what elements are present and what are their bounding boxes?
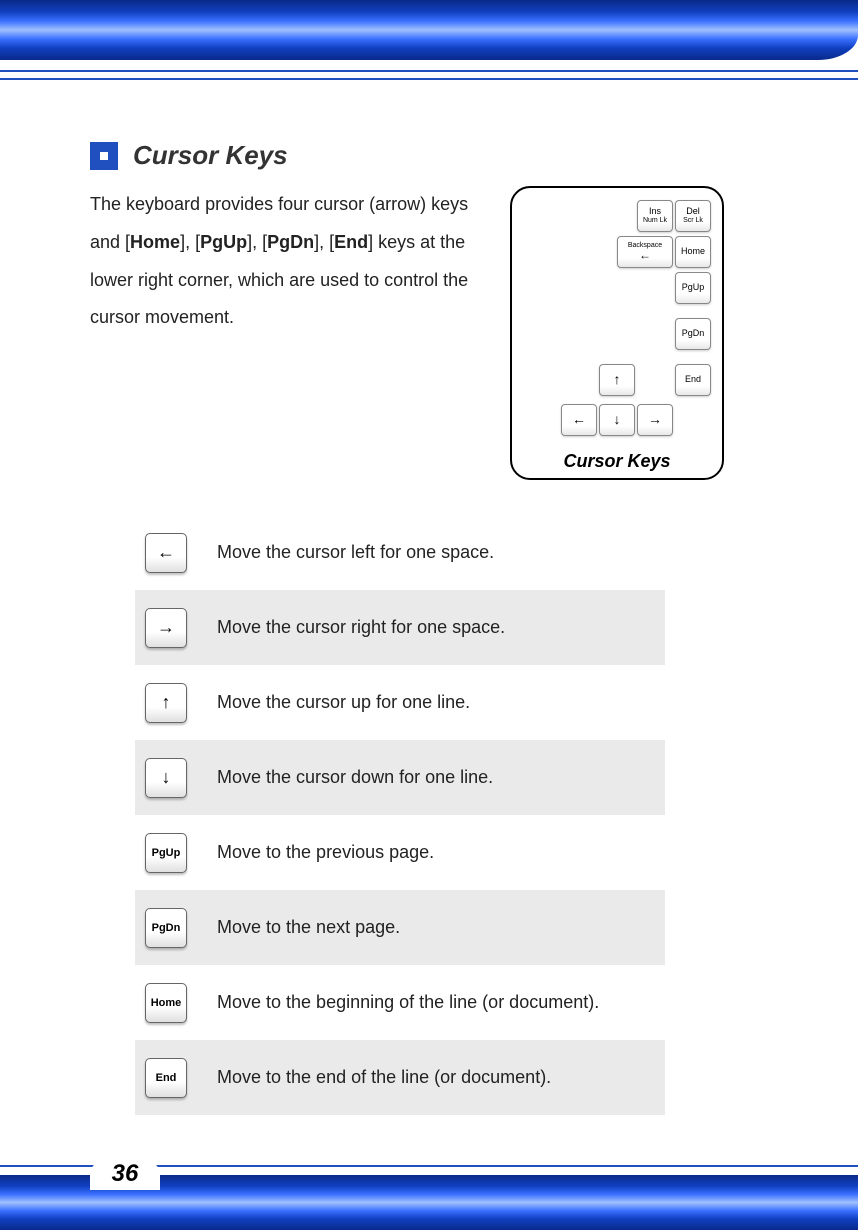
diagram-key-arrow-right: → bbox=[637, 404, 673, 436]
diagram-key-end: End bbox=[675, 364, 711, 396]
table-row: ← Move the cursor left for one space. bbox=[135, 515, 665, 590]
intro-text-part: ], [ bbox=[180, 232, 200, 252]
key-label-bottom: Scr Lk bbox=[683, 217, 703, 225]
table-row: ↓ Move the cursor down for one line. bbox=[135, 740, 665, 815]
keycap-home: Home bbox=[145, 983, 187, 1023]
page-number: 36 bbox=[90, 1160, 160, 1190]
key-description: Move to the next page. bbox=[217, 917, 400, 938]
section-title-row: Cursor Keys bbox=[90, 140, 788, 171]
keycap-pgup: PgUp bbox=[145, 833, 187, 873]
keycap-up-arrow: ↑ bbox=[145, 683, 187, 723]
diagram-key-pgup: PgUp bbox=[675, 272, 711, 304]
diagram-key-arrow-down: ↓ bbox=[599, 404, 635, 436]
diagram-key-pgdn: PgDn bbox=[675, 318, 711, 350]
page-header bbox=[0, 0, 858, 105]
footer-bar-container: 36 bbox=[0, 1175, 858, 1230]
header-gradient-bar bbox=[0, 0, 858, 60]
keycap-pgdn: PgDn bbox=[145, 908, 187, 948]
key-label-bottom: Num Lk bbox=[643, 217, 667, 225]
key-description: Move the cursor down for one line. bbox=[217, 767, 493, 788]
intro-paragraph: The keyboard provides four cursor (arrow… bbox=[90, 186, 490, 337]
table-row: Home Move to the beginning of the line (… bbox=[135, 965, 665, 1040]
keycap-left-arrow: ← bbox=[145, 533, 187, 573]
header-divider-2 bbox=[0, 78, 858, 80]
key-description: Move to the beginning of the line (or do… bbox=[217, 992, 599, 1013]
key-description: Move to the previous page. bbox=[217, 842, 434, 863]
key-description: Move to the end of the line (or document… bbox=[217, 1067, 551, 1088]
key-description: Move the cursor up for one line. bbox=[217, 692, 470, 713]
intro-key-end: End bbox=[334, 232, 368, 252]
key-label-top: Del bbox=[686, 207, 700, 217]
intro-block: The keyboard provides four cursor (arrow… bbox=[90, 186, 788, 480]
keycap-end: End bbox=[145, 1058, 187, 1098]
diagram-caption: Cursor Keys bbox=[512, 451, 722, 472]
table-row: PgDn Move to the next page. bbox=[135, 890, 665, 965]
table-row: End Move to the end of the line (or docu… bbox=[135, 1040, 665, 1115]
header-divider-1 bbox=[0, 70, 858, 72]
cursor-keys-diagram: Ins Num Lk Del Scr Lk Backspace ← Home P… bbox=[510, 186, 724, 480]
section-title: Cursor Keys bbox=[133, 140, 288, 171]
diagram-key-backspace: Backspace ← bbox=[617, 236, 673, 268]
diagram-key-arrow-left: ← bbox=[561, 404, 597, 436]
diagram-key-ins: Ins Num Lk bbox=[637, 200, 673, 232]
diagram-key-arrow-up: ↑ bbox=[599, 364, 635, 396]
intro-key-pgup: PgUp bbox=[200, 232, 247, 252]
diagram-key-del: Del Scr Lk bbox=[675, 200, 711, 232]
intro-key-home: Home bbox=[130, 232, 180, 252]
page-content: Cursor Keys The keyboard provides four c… bbox=[90, 140, 788, 1115]
table-row: ↑ Move the cursor up for one line. bbox=[135, 665, 665, 740]
arrow-left-icon: ← bbox=[639, 249, 651, 262]
keycap-right-arrow: → bbox=[145, 608, 187, 648]
intro-key-pgdn: PgDn bbox=[267, 232, 314, 252]
page-footer: 36 bbox=[0, 1165, 858, 1230]
table-row: → Move the cursor right for one space. bbox=[135, 590, 665, 665]
key-label-top: Ins bbox=[649, 207, 661, 217]
table-row: PgUp Move to the previous page. bbox=[135, 815, 665, 890]
key-description: Move the cursor right for one space. bbox=[217, 617, 505, 638]
intro-text-part: ], [ bbox=[247, 232, 267, 252]
key-description: Move the cursor left for one space. bbox=[217, 542, 494, 563]
intro-text-part: ], [ bbox=[314, 232, 334, 252]
diagram-key-home: Home bbox=[675, 236, 711, 268]
keycap-down-arrow: ↓ bbox=[145, 758, 187, 798]
section-bullet-icon bbox=[90, 142, 118, 170]
cursor-key-table: ← Move the cursor left for one space. → … bbox=[135, 515, 665, 1115]
